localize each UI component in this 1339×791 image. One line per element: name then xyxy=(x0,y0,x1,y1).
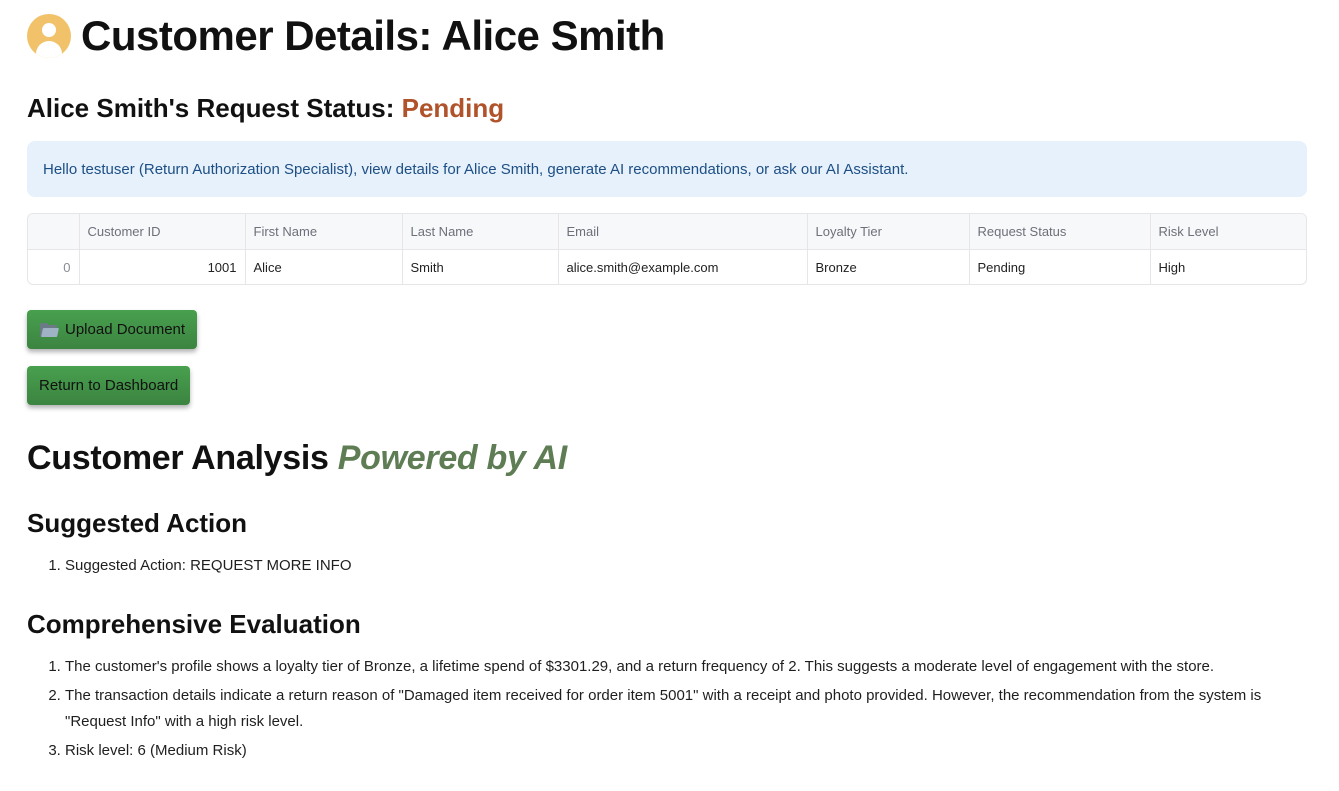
comprehensive-evaluation-heading: Comprehensive Evaluation xyxy=(27,609,361,639)
page-title: Customer Details: Alice Smith xyxy=(81,12,665,59)
table-cell-email[interactable]: alice.smith@example.com xyxy=(558,249,808,284)
column-header-risk-level[interactable]: Risk Level xyxy=(1150,214,1306,250)
customer-table[interactable]: Customer ID First Name Last Name Email L… xyxy=(27,213,1307,285)
suggested-action-heading: Suggested Action xyxy=(27,508,248,538)
user-avatar-icon xyxy=(27,14,71,58)
table-cell-risk-level[interactable]: High xyxy=(1150,250,1306,285)
upload-document-button[interactable]: Upload Document xyxy=(27,310,198,349)
list-item: Suggested Action: REQUEST MORE INFO xyxy=(65,553,1307,579)
column-header-loyalty-tier[interactable]: Loyalty Tier xyxy=(807,214,970,250)
powered-by-ai-label: Powered by AI xyxy=(337,439,567,477)
table-cell-last-name[interactable]: Smith xyxy=(402,249,559,284)
list-item: The transaction details indicate a retur… xyxy=(65,683,1307,735)
table-cell-request-status[interactable]: Pending xyxy=(969,249,1151,284)
column-header-customer-id[interactable]: Customer ID xyxy=(79,214,246,250)
info-message: Hello testuser (Return Authorization Spe… xyxy=(27,141,1307,197)
column-header-first-name[interactable]: First Name xyxy=(245,214,403,250)
request-status-label: Alice Smith's Request Status: xyxy=(27,93,402,123)
table-row: 0 1001 Alice Smith alice.smith@example.c… xyxy=(28,249,1306,285)
comprehensive-evaluation-list: The customer's profile shows a loyalty t… xyxy=(27,654,1307,764)
request-status-value: Pending xyxy=(401,93,505,123)
column-header-email[interactable]: Email xyxy=(558,214,808,250)
customer-analysis-heading: Customer Analysis Powered by AI xyxy=(27,439,1307,478)
column-header-last-name[interactable]: Last Name xyxy=(402,214,559,250)
upload-document-label: Upload Document xyxy=(65,321,186,338)
return-to-dashboard-button[interactable]: Return to Dashboard xyxy=(27,366,191,405)
column-header-request-status[interactable]: Request Status xyxy=(969,214,1151,250)
table-cell-customer-id[interactable]: 1001 xyxy=(79,249,246,284)
suggested-action-list: Suggested Action: REQUEST MORE INFO xyxy=(27,553,1307,579)
folder-icon xyxy=(39,322,59,338)
request-status-heading: Alice Smith's Request Status: Pending xyxy=(27,90,1307,126)
list-item: The customer's profile shows a loyalty t… xyxy=(65,654,1307,680)
column-header-index[interactable] xyxy=(28,214,80,250)
table-header-row: Customer ID First Name Last Name Email L… xyxy=(28,214,1306,250)
table-cell-first-name[interactable]: Alice xyxy=(245,249,403,284)
title-row: Customer Details: Alice Smith xyxy=(27,0,1307,72)
customer-details-page: Customer Details: Alice Smith Alice Smit… xyxy=(0,0,1339,764)
table-cell-index[interactable]: 0 xyxy=(28,249,80,284)
customer-analysis-title: Customer Analysis xyxy=(27,439,338,477)
list-item: Risk level: 6 (Medium Risk) xyxy=(65,738,1307,764)
table-cell-loyalty-tier[interactable]: Bronze xyxy=(807,249,970,284)
